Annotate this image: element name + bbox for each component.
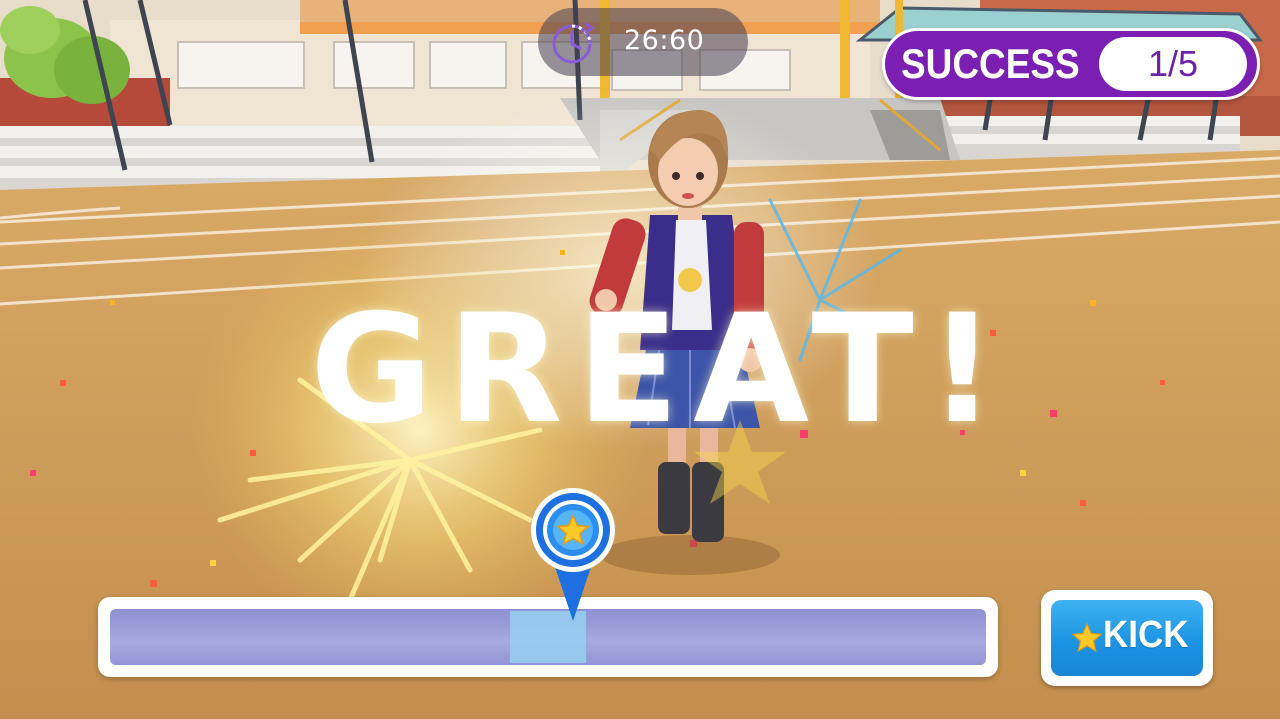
timer-display: 26:60 (538, 8, 748, 76)
star-icon (1071, 622, 1103, 653)
timer-value: 26:60 (624, 25, 705, 56)
success-count: 1/5 (1099, 37, 1247, 91)
kick-button-label[interactable]: KICK (1103, 614, 1188, 657)
stopwatch-icon (552, 22, 595, 64)
success-label: SUCCESS (901, 40, 1080, 87)
kick-button-face[interactable]: KICK (1051, 600, 1203, 676)
success-counter: SUCCESS 1/5 (882, 28, 1260, 100)
kick-button[interactable]: KICK (1041, 590, 1213, 686)
great-feedback-text: GREAT! (310, 283, 1011, 457)
star-pin-icon (531, 488, 615, 621)
